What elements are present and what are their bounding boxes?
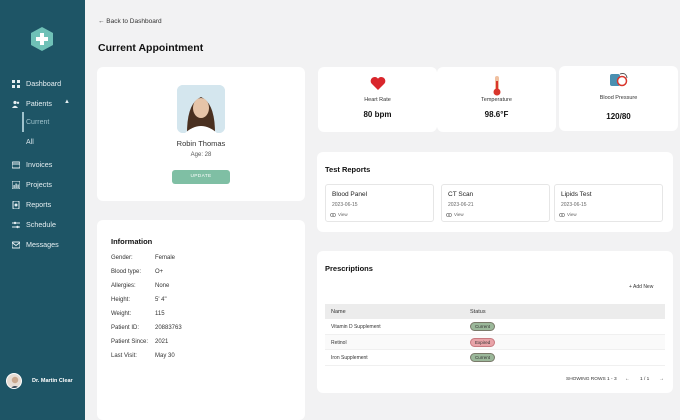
sidebar-item-label: Schedule	[26, 220, 56, 229]
table-row[interactable]: Vitamin D Supplement Current	[325, 319, 665, 335]
test-report-item[interactable]: CT Scan 2023-06-21 View	[441, 184, 550, 222]
test-report-item[interactable]: Blood Panel 2023-06-15 View	[325, 184, 434, 222]
schedule-icon	[12, 221, 20, 228]
report-icon	[12, 200, 20, 209]
update-button[interactable]: UPDATE	[172, 170, 230, 184]
sidebar-item-invoices[interactable]: Invoices	[12, 160, 52, 169]
prescription-name: Iron Supplement	[331, 355, 368, 361]
prescription-name: Vitamin D Supplement	[331, 324, 381, 330]
sidebar-subitem-all[interactable]: All	[26, 139, 34, 146]
sidebar-item-projects[interactable]: Projects	[12, 180, 52, 189]
blood-pressure-card: Blood Pressure 120/80	[559, 66, 678, 131]
information-card: Information Gender: Female Blood type: O+ …	[97, 220, 305, 420]
eye-icon	[446, 212, 452, 217]
status-badge: Expired	[470, 337, 496, 347]
prescriptions-title: Prescriptions	[325, 264, 373, 273]
thermometer-icon	[493, 76, 500, 96]
sidebar-item-reports[interactable]: Reports	[12, 200, 51, 209]
info-row: Patient Since: 2021	[111, 339, 169, 345]
user-name: Dr. Martin Clear	[32, 378, 73, 384]
information-title: Information	[111, 237, 153, 246]
sidebar-item-label: Patients	[26, 99, 52, 108]
info-row: Weight: 115	[111, 311, 165, 317]
patient-name: Robin Thomas	[176, 139, 226, 148]
avatar	[6, 373, 22, 389]
showing-rows-text: SHOWING ROWS 1 - 3	[566, 377, 617, 382]
table-header: Name Status	[325, 304, 665, 319]
test-reports-card: Test Reports Blood Panel 2023-06-15 View…	[317, 152, 673, 232]
active-indicator	[22, 112, 24, 132]
info-row: Gender: Female	[111, 255, 176, 261]
users-icon	[12, 100, 20, 108]
test-name: Blood Panel	[332, 191, 368, 198]
sidebar-item-label: Messages	[26, 240, 59, 249]
vital-value: 120/80	[606, 112, 631, 121]
blood-pressure-icon	[609, 73, 627, 87]
info-row: Last Visit: May 30	[111, 353, 175, 359]
prev-page-button[interactable]: ←	[625, 377, 630, 382]
user-profile[interactable]: Dr. Martin Clear	[6, 373, 73, 389]
sidebar-item-label: Reports	[26, 200, 52, 209]
vital-label: Temperature	[481, 97, 512, 103]
message-icon	[12, 241, 20, 248]
sidebar-item-patients[interactable]: Patients	[12, 99, 52, 108]
profile-card: Robin Thomas Age: 28 UPDATE	[97, 67, 305, 201]
prescriptions-table: Name Status Vitamin D Supplement Current…	[325, 304, 665, 366]
table-row[interactable]: Retinol Expired	[325, 334, 665, 350]
view-link[interactable]: View	[559, 212, 577, 217]
eye-icon	[330, 212, 336, 217]
chart-icon	[12, 180, 20, 189]
sidebar-item-dashboard[interactable]: Dashboard	[12, 79, 61, 88]
temperature-card: Temperature 98.6°F	[437, 67, 556, 132]
sidebar-subitem-current[interactable]: Current	[26, 119, 49, 126]
eye-icon	[559, 212, 565, 217]
status-badge: Current	[470, 353, 496, 362]
test-date: 2023-06-15	[332, 202, 358, 208]
status-badge: Current	[470, 322, 496, 331]
sidebar: Dashboard Patients ▲ Current All Invoice…	[0, 0, 85, 420]
view-link[interactable]: View	[446, 212, 464, 217]
vital-label: Blood Pressure	[599, 95, 638, 101]
grid-icon	[12, 79, 20, 88]
vital-label: Heart Rate	[364, 97, 391, 103]
test-reports-title: Test Reports	[325, 165, 371, 174]
info-row: Height: 5' 4"	[111, 297, 167, 303]
heart-icon	[370, 76, 385, 90]
sidebar-item-label: Dashboard	[26, 79, 62, 88]
patient-age: Age: 28	[190, 152, 212, 158]
sidebar-item-schedule[interactable]: Schedule	[12, 220, 56, 229]
info-row: Patient ID: 20883763	[111, 325, 182, 331]
invoice-icon	[12, 161, 20, 168]
column-header-name: Name	[331, 309, 346, 315]
heart-rate-card: Heart Rate 80 bpm	[318, 67, 437, 132]
vital-value: 80 bpm	[363, 110, 392, 119]
test-report-item[interactable]: Lipids Test 2023-06-15 View	[554, 184, 663, 222]
info-row: Allergies: None	[111, 283, 170, 289]
vital-value: 98.6°F	[484, 110, 509, 119]
test-name: CT Scan	[448, 191, 474, 198]
chevron-up-icon[interactable]: ▲	[64, 99, 70, 105]
test-name: Lipids Test	[561, 191, 592, 198]
view-link[interactable]: View	[330, 212, 348, 217]
next-page-button[interactable]: →	[659, 377, 664, 382]
sidebar-item-label: Projects	[26, 180, 52, 189]
page-indicator: 1 / 1	[640, 377, 650, 382]
page-title: Current Appointment	[98, 42, 204, 54]
test-date: 2023-06-21	[448, 202, 474, 208]
prescriptions-card: Prescriptions + Add New Name Status Vita…	[317, 251, 673, 393]
add-new-button[interactable]: + Add New	[629, 284, 653, 290]
table-row[interactable]: Iron Supplement Current	[325, 350, 665, 366]
medical-cross-logo-icon	[31, 27, 53, 51]
column-header-status: Status	[470, 309, 486, 315]
sidebar-item-label: Invoices	[26, 160, 53, 169]
prescription-name: Retinol	[331, 339, 347, 346]
info-row: Blood type: O+	[111, 269, 164, 275]
patient-photo	[177, 85, 225, 133]
back-to-dashboard-link[interactable]: ← Back to Dashboard	[98, 18, 162, 25]
sidebar-item-messages[interactable]: Messages	[12, 240, 59, 249]
test-date: 2023-06-15	[561, 202, 587, 208]
